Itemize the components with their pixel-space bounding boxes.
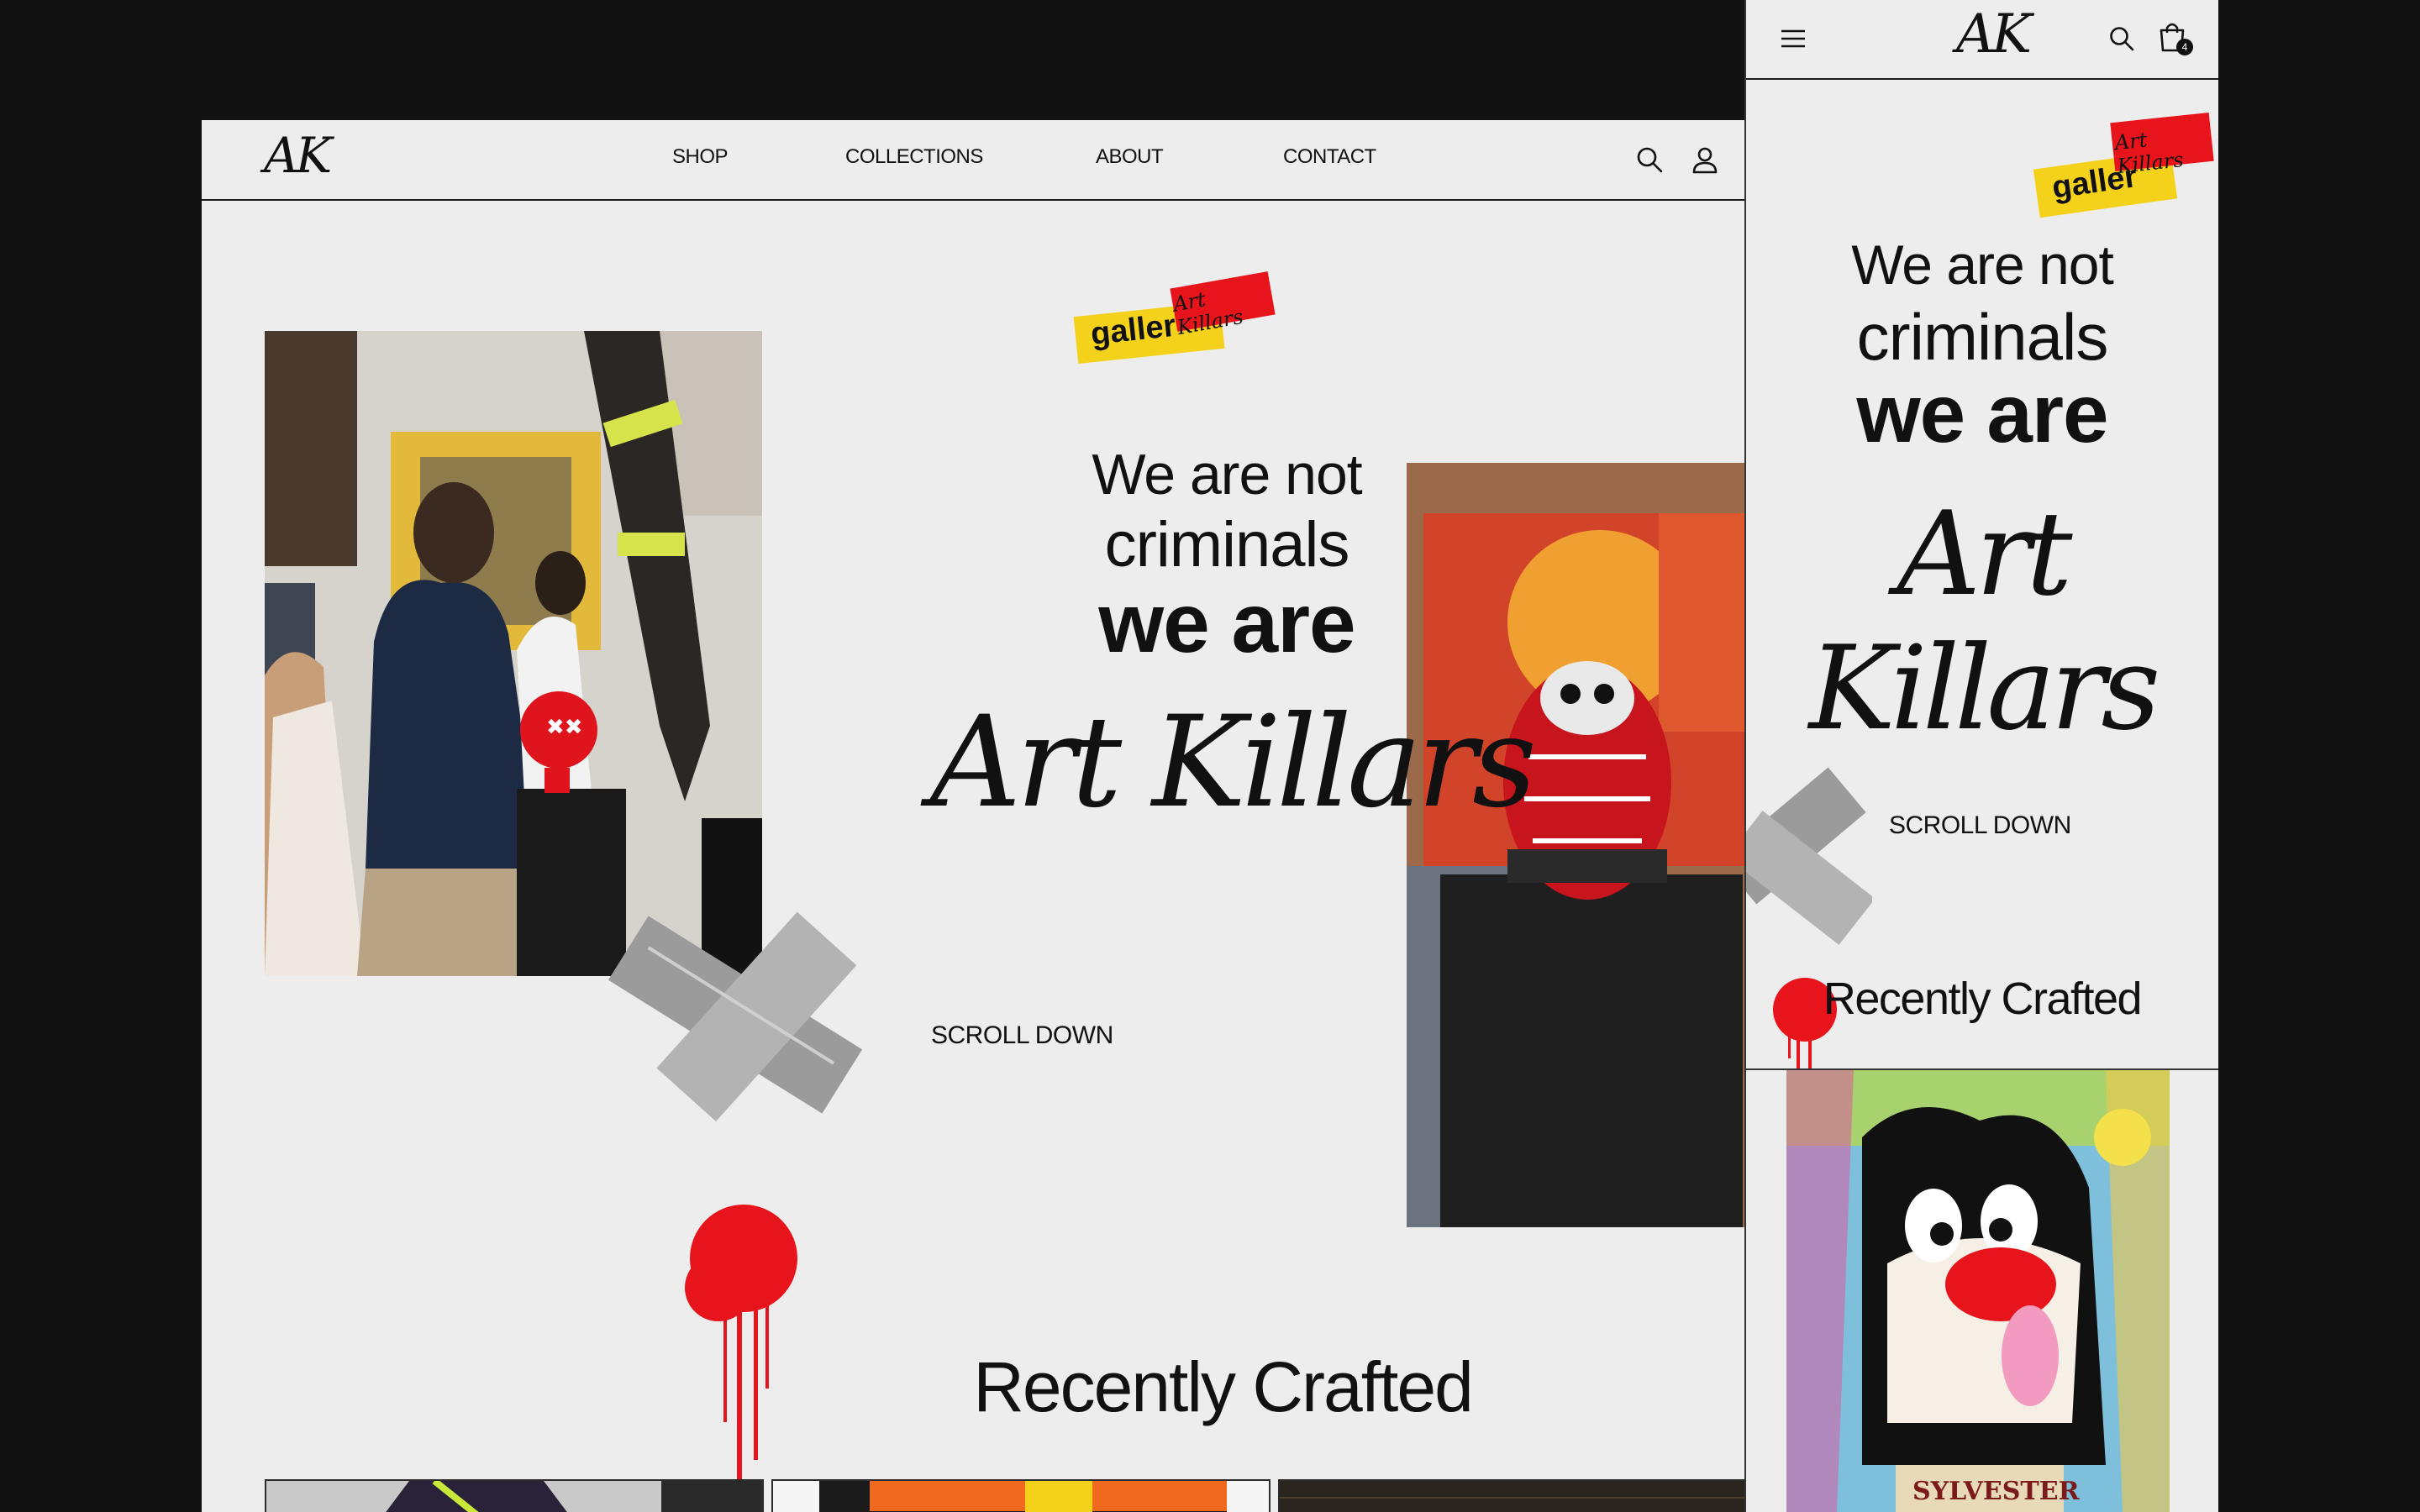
mobile-scroll-down-link[interactable]: SCROLL DOWN	[1889, 811, 2071, 840]
desktop-view: AK SHOP COLLECTIONS ABOUT CONTACT ✖✖ gal…	[202, 120, 1949, 1512]
mobile-gallery-sticker: galler Art Killars	[2032, 109, 2217, 218]
hero-line-3: we are	[1098, 576, 1355, 670]
site-header: AK SHOP COLLECTIONS ABOUT CONTACT	[202, 120, 1949, 201]
mobile-header: AK 4	[1746, 0, 2218, 80]
gallery-sticker: galler Art Killars	[1073, 271, 1277, 376]
artwork-caption: SYLVESTER	[1912, 1477, 2080, 1506]
mobile-hero-signature: Art Killars	[1808, 486, 2161, 756]
nav-shop[interactable]: SHOP	[672, 145, 729, 169]
main-nav: SHOP COLLECTIONS ABOUT CONTACT	[202, 145, 1949, 179]
mobile-gaffer-tape-decoration	[1746, 767, 1872, 945]
mobile-sticker-red-text: Art Killars	[2113, 128, 2185, 179]
gaffer-tape-decoration	[608, 911, 863, 1122]
shopping-bag-icon[interactable]: 4	[2158, 22, 2195, 59]
scroll-down-link[interactable]: SCROLL DOWN	[931, 1021, 1113, 1050]
search-icon[interactable]	[1635, 145, 1664, 174]
mobile-view: AK 4 galler Art Killars We are not crimi…	[1744, 0, 2218, 1512]
nav-collections[interactable]: COLLECTIONS	[845, 145, 983, 169]
svg-text:✖✖: ✖✖	[546, 715, 583, 740]
mobile-hero-line-3: we are	[1856, 367, 2108, 459]
product-card[interactable]	[771, 1479, 1270, 1512]
hamburger-menu-icon[interactable]	[1780, 25, 1807, 52]
hero-line-2: criminals	[1104, 509, 1350, 580]
hero-headline: We are not criminals we are	[916, 439, 1538, 666]
mobile-site-logo[interactable]: AK	[1956, 3, 2032, 66]
nav-contact[interactable]: CONTACT	[1283, 145, 1376, 169]
hero-signature: Art Killars	[929, 690, 1537, 836]
mobile-hero-line-2: criminals	[1856, 300, 2109, 374]
mobile-hero-line-1: We are not	[1851, 234, 2114, 296]
hero-line-1: We are not	[1092, 443, 1362, 507]
mobile-recently-crafted-title: Recently Crafted	[1823, 974, 2143, 1024]
user-icon[interactable]	[1691, 145, 1719, 174]
mobile-hero-headline: We are not criminals we are	[1746, 228, 2218, 454]
product-card[interactable]	[265, 1479, 764, 1512]
nav-about[interactable]: ABOUT	[1096, 145, 1164, 169]
spray-paint-decoration	[685, 1205, 797, 1481]
cart-count-badge: 4	[2176, 39, 2193, 55]
mobile-product-card[interactable]: SYLVESTER	[1786, 1070, 2170, 1512]
recently-crafted-title: Recently Crafted	[973, 1347, 1474, 1426]
search-icon[interactable]	[2108, 25, 2135, 52]
